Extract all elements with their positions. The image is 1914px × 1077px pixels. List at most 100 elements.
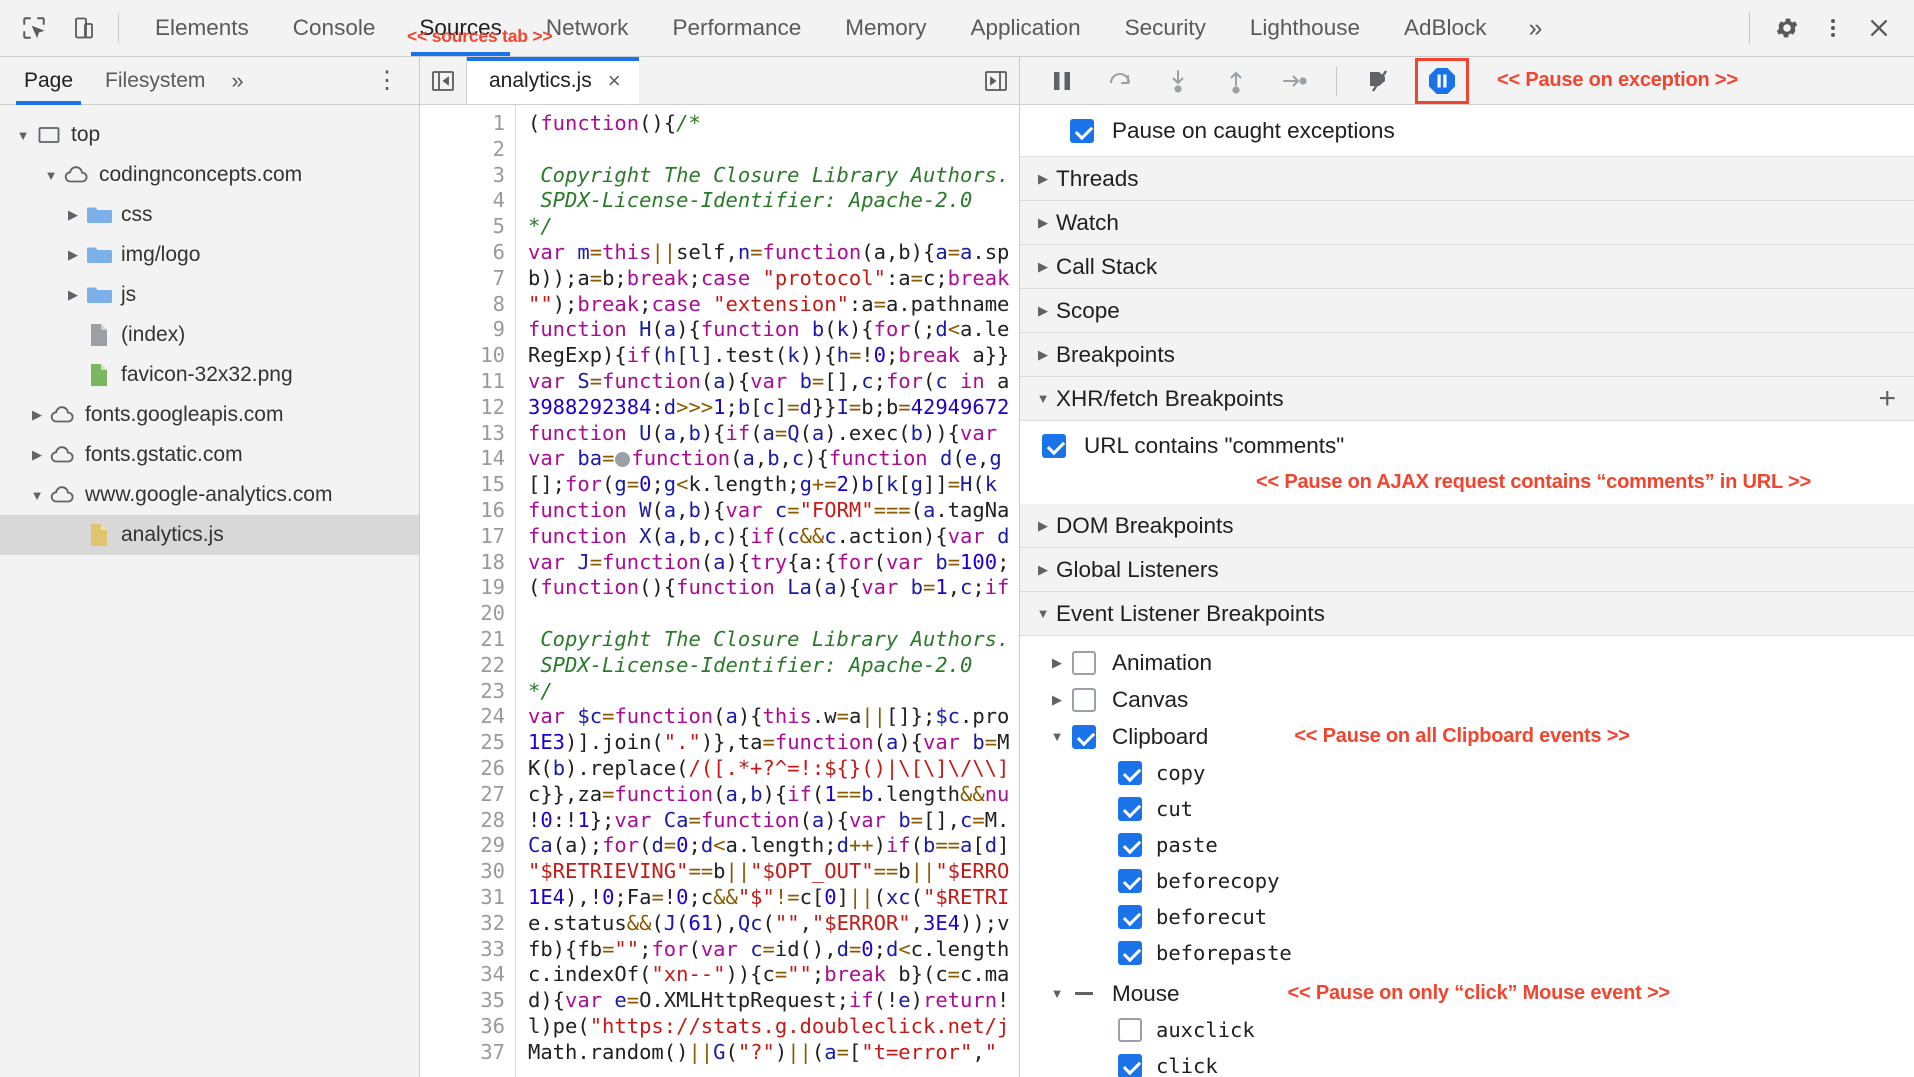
chevron-right-icon[interactable]: ▶: [1030, 215, 1056, 231]
line-number[interactable]: 36: [420, 1014, 515, 1040]
code-line[interactable]: K(b).replace(/([.*+?^=!:${}()|\[\]\/\\]: [528, 756, 1019, 782]
elb-event-copy[interactable]: copy: [1020, 755, 1914, 791]
code-line[interactable]: (function(){function La(a){var b=1,c;if: [528, 575, 1019, 601]
code-line[interactable]: c.indexOf("xn--")){c="";break b}(c=c.ma: [528, 962, 1019, 988]
line-number[interactable]: 37: [420, 1040, 515, 1066]
elb-group-mouse[interactable]: ▼ Mouse << Pause on only “click” Mouse e…: [1020, 975, 1914, 1012]
line-number[interactable]: 4: [420, 188, 515, 214]
line-number[interactable]: 29: [420, 833, 515, 859]
navigator-tab-filesystem[interactable]: Filesystem: [89, 57, 221, 104]
elb-event-checkbox[interactable]: [1118, 761, 1142, 785]
tree-item-index[interactable]: ▶ (index): [0, 315, 419, 355]
code-line[interactable]: function X(a,b,c){if(c&&c.action){var d: [528, 524, 1019, 550]
code-line[interactable]: Copyright The Closure Library Authors.: [528, 627, 1019, 653]
chevron-down-icon[interactable]: ▼: [12, 128, 34, 143]
code-line[interactable]: var m=this||self,n=function(a,b){a=a.sp: [528, 240, 1019, 266]
chevron-right-icon[interactable]: ▶: [1030, 259, 1056, 275]
elb-event-checkbox[interactable]: [1118, 941, 1142, 965]
code-editor[interactable]: 1 2 3 4 5 6 7 8 9 10 11 12 13 14 15 16 17 18 19 20 21 22 23 24 2…: [420, 105, 1019, 1077]
code-line[interactable]: Copyright The Closure Library Authors.: [528, 163, 1019, 189]
line-number[interactable]: 32: [420, 911, 515, 937]
code-line[interactable]: e.status&&(J(61),Qc("","$ERROR",3E4));v: [528, 911, 1019, 937]
section-dom-breakpoints[interactable]: ▶ DOM Breakpoints: [1020, 504, 1914, 548]
code-line[interactable]: 1E3)].join(".")},ta=function(a){var b=M: [528, 730, 1019, 756]
tree-item-google-analytics[interactable]: ▼ www.google-analytics.com: [0, 475, 419, 515]
chevron-right-icon[interactable]: ▶: [62, 207, 84, 223]
tree-item-fonts-gstatic[interactable]: ▶ fonts.gstatic.com: [0, 435, 419, 475]
editor-file-tab[interactable]: analytics.js ×: [467, 57, 639, 104]
code-line[interactable]: var J=function(a){try{a:{for(var b=100;: [528, 550, 1019, 576]
close-icon[interactable]: ×: [608, 68, 621, 94]
navigator-more-chevron-icon[interactable]: »: [221, 68, 253, 94]
line-number[interactable]: 13: [420, 421, 515, 447]
elb-event-checkbox[interactable]: [1118, 1018, 1142, 1042]
pause-on-caught-exceptions-row[interactable]: Pause on caught exceptions: [1020, 105, 1914, 157]
step-icon[interactable]: [1268, 60, 1320, 102]
elb-event-checkbox[interactable]: [1118, 869, 1142, 893]
step-into-icon[interactable]: [1152, 60, 1204, 102]
chevron-right-icon[interactable]: ▶: [26, 447, 48, 463]
line-number[interactable]: 23: [420, 679, 515, 705]
chevron-down-icon[interactable]: ▼: [1042, 729, 1072, 744]
code-line[interactable]: 3988292384:d>>>1;b[c]=d}}I=b;b=42949672: [528, 395, 1019, 421]
section-scope[interactable]: ▶ Scope: [1020, 289, 1914, 333]
elb-group-checkbox-indeterminate[interactable]: [1072, 992, 1096, 995]
line-number[interactable]: 3: [420, 163, 515, 189]
code-line[interactable]: function W(a,b){var c="FORM"===(a.tagNa: [528, 498, 1019, 524]
line-number[interactable]: 34: [420, 962, 515, 988]
code-line[interactable]: [];for(g=0;g<k.length;g+=2)b[k[g]]=H(k: [528, 472, 1019, 498]
elb-group-checkbox[interactable]: [1072, 724, 1096, 749]
section-global-listeners[interactable]: ▶ Global Listeners: [1020, 548, 1914, 592]
show-debugger-panel-icon[interactable]: [973, 70, 1019, 92]
settings-gear-icon[interactable]: [1764, 5, 1810, 51]
line-number[interactable]: 16: [420, 498, 515, 524]
line-number[interactable]: 18: [420, 550, 515, 576]
code-line[interactable]: SPDX-License-Identifier: Apache-2.0: [528, 188, 1019, 214]
tree-item-codingnconcepts[interactable]: ▼ codingnconcepts.com: [0, 155, 419, 195]
line-number[interactable]: 31: [420, 885, 515, 911]
elb-event-cut[interactable]: cut: [1020, 791, 1914, 827]
line-number[interactable]: 28: [420, 808, 515, 834]
code-line[interactable]: var ba= function(a,b,c){function d(e,g: [528, 446, 1019, 472]
chevron-down-icon[interactable]: ▼: [1030, 606, 1056, 621]
section-watch[interactable]: ▶ Watch: [1020, 201, 1914, 245]
line-number[interactable]: 17: [420, 524, 515, 550]
line-number[interactable]: 21: [420, 627, 515, 653]
deactivate-breakpoints-icon[interactable]: [1353, 60, 1405, 102]
section-xhr-fetch-breakpoints[interactable]: ▼ XHR/fetch Breakpoints +: [1020, 377, 1914, 421]
xhr-breakpoint-rule-row[interactable]: URL contains "comments": [1020, 421, 1914, 471]
more-tabs-chevron-icon[interactable]: »: [1509, 0, 1563, 56]
elb-group-clipboard[interactable]: ▼ Clipboard << Pause on all Clipboard ev…: [1020, 718, 1914, 755]
line-number[interactable]: 19: [420, 575, 515, 601]
inline-breakpoint-dot-icon[interactable]: [615, 451, 631, 467]
line-number[interactable]: 9: [420, 317, 515, 343]
line-number[interactable]: 15: [420, 472, 515, 498]
code-line[interactable]: d){var e=O.XMLHttpRequest;if(!e)return!: [528, 988, 1019, 1014]
elb-group-canvas[interactable]: ▶ Canvas: [1020, 681, 1914, 718]
line-number[interactable]: 24: [420, 704, 515, 730]
code-line[interactable]: !0:!1};var Ca=function(a){var b=[],c=M.: [528, 808, 1019, 834]
chevron-down-icon[interactable]: ▼: [1030, 391, 1056, 406]
code-line[interactable]: SPDX-License-Identifier: Apache-2.0: [528, 653, 1019, 679]
elb-event-beforecopy[interactable]: beforecopy: [1020, 863, 1914, 899]
tree-item-top[interactable]: ▼ top: [0, 115, 419, 155]
line-number[interactable]: 26: [420, 756, 515, 782]
chevron-down-icon[interactable]: ▼: [40, 168, 62, 183]
code-line[interactable]: [528, 601, 1019, 627]
elb-event-checkbox[interactable]: [1118, 905, 1142, 929]
elb-event-beforepaste[interactable]: beforepaste: [1020, 935, 1914, 971]
line-number[interactable]: 22: [420, 653, 515, 679]
navigator-kebab-menu-icon[interactable]: ⋮: [375, 66, 419, 95]
code-line[interactable]: function H(a){function b(k){for(;d<a.le: [528, 317, 1019, 343]
line-number-gutter[interactable]: 1 2 3 4 5 6 7 8 9 10 11 12 13 14 15 16 17 18 19 20 21 22 23 24 2…: [420, 105, 516, 1077]
line-number[interactable]: 30: [420, 859, 515, 885]
line-number[interactable]: 27: [420, 782, 515, 808]
code-line[interactable]: (function(){/*: [528, 111, 1019, 137]
chevron-right-icon[interactable]: ▶: [1030, 171, 1056, 187]
close-icon[interactable]: [1856, 5, 1902, 51]
section-call-stack[interactable]: ▶ Call Stack: [1020, 245, 1914, 289]
line-number[interactable]: 6: [420, 240, 515, 266]
line-number[interactable]: 5: [420, 214, 515, 240]
code-line[interactable]: var S=function(a){var b=[],c;for(c in a: [528, 369, 1019, 395]
chevron-right-icon[interactable]: ▶: [26, 407, 48, 423]
